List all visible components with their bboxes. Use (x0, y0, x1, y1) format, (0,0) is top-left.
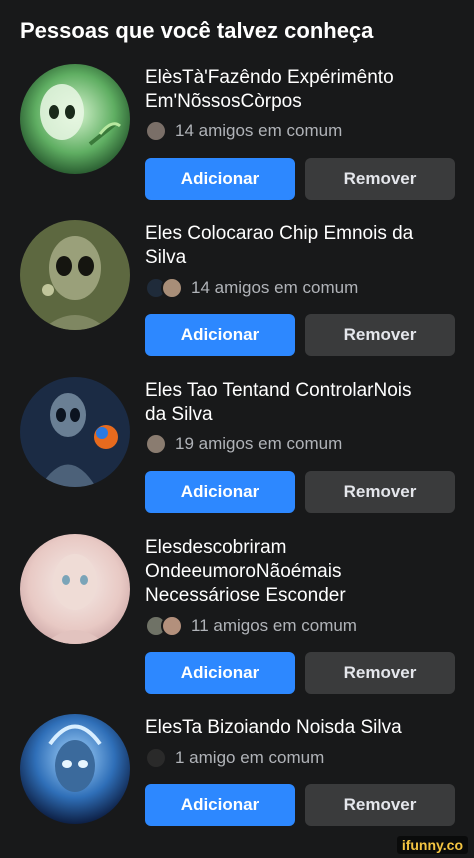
suggestion-name[interactable]: ElèsTà'Fazêndo Expérimênto Em'NõssosCòrp… (145, 66, 455, 114)
watermark-logo: ifunny.co (396, 836, 468, 854)
suggestion-name[interactable]: Elesdescobriram OndeeumoroNãoémais Neces… (145, 536, 455, 608)
name-line: Silva (145, 247, 187, 268)
mutual-friends[interactable]: 14 amigos em comum (145, 119, 342, 143)
name-line: ElèsTà'Fazêndo Expérimênto (145, 67, 394, 88)
add-friend-button[interactable]: Adicionar (145, 784, 295, 826)
mutual-friends-count: 1 amigo em comum (175, 748, 325, 767)
remove-suggestion-button[interactable]: Remover (305, 652, 455, 694)
remove-suggestion-button[interactable]: Remover (305, 314, 455, 356)
mutual-friend-avatar (145, 120, 167, 142)
mutual-friend-avatar (161, 277, 183, 299)
mutual-friend-avatar (161, 615, 183, 637)
avatar[interactable] (20, 534, 130, 644)
mutual-friends-count: 14 amigos em comum (191, 278, 359, 297)
name-line: Eles Tao Tentand ControlarNois (145, 380, 412, 401)
mutual-friends[interactable]: 19 amigos em comum (145, 432, 342, 456)
name-line: ElesTa Bizoiando Noisda Silva (145, 717, 402, 738)
mutual-friends-count: 19 amigos em comum (175, 434, 343, 453)
name-line: OndeeumoroNãoémais (145, 561, 342, 582)
add-friend-button[interactable]: Adicionar (145, 314, 295, 356)
suggestion-name[interactable]: Eles Colocarao Chip Emnois da Silva (145, 222, 455, 270)
add-friend-button[interactable]: Adicionar (145, 158, 295, 200)
remove-suggestion-button[interactable]: Remover (305, 784, 455, 826)
name-line: da Silva (145, 404, 213, 425)
mutual-friends-count: 14 amigos em comum (175, 121, 343, 140)
suggestion-name[interactable]: ElesTa Bizoiando Noisda Silva (145, 716, 455, 740)
name-line: Em'NõssosCòrpos (145, 91, 302, 112)
name-line: Elesdescobriram (145, 537, 287, 558)
remove-suggestion-button[interactable]: Remover (305, 471, 455, 513)
mutual-friends[interactable]: 14 amigos em comum (145, 276, 358, 300)
mutual-friends-count: 11 amigos em comum (191, 616, 357, 635)
name-line: Eles Colocarao Chip Emnois da (145, 223, 414, 244)
mutual-friend-avatar (145, 747, 167, 769)
avatar[interactable] (20, 64, 130, 174)
avatar[interactable] (20, 714, 130, 824)
mutual-friend-avatar (145, 433, 167, 455)
mutual-friends[interactable]: 1 amigo em comum (145, 746, 324, 770)
add-friend-button[interactable]: Adicionar (145, 652, 295, 694)
name-line: Necessáriose Esconder (145, 585, 346, 606)
remove-suggestion-button[interactable]: Remover (305, 158, 455, 200)
suggestion-name[interactable]: Eles Tao Tentand ControlarNois da Silva (145, 379, 455, 427)
avatar[interactable] (20, 377, 130, 487)
add-friend-button[interactable]: Adicionar (145, 471, 295, 513)
avatar[interactable] (20, 220, 130, 330)
mutual-friends[interactable]: 11 amigos em comum (145, 614, 357, 638)
page-title: Pessoas que você talvez conheça (20, 18, 374, 43)
